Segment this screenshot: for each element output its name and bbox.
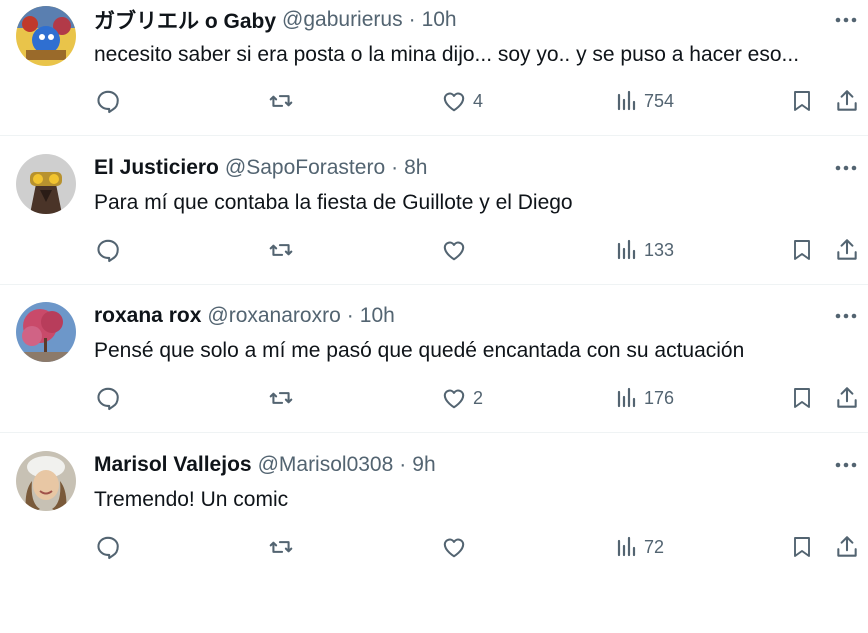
bookmark-icon: [794, 91, 810, 111]
more-button[interactable]: [834, 156, 858, 180]
retweet-icon: [269, 541, 293, 553]
bookmark-icon: [794, 388, 810, 408]
user-handle[interactable]: @roxanaroxro: [207, 304, 340, 328]
display-name[interactable]: Marisol Vallejos: [94, 453, 252, 477]
views-icon: [617, 239, 636, 260]
tweet-text: Pensé que solo a mí me pasó que quedé en…: [94, 339, 745, 362]
more-icon: [835, 462, 857, 468]
share-button[interactable]: [834, 532, 860, 562]
retweet-icon: [269, 392, 293, 404]
separator-dot: ·: [408, 8, 416, 31]
views-icon: [617, 536, 636, 557]
heart-icon: [443, 241, 465, 261]
tweet-header: El Justiciero @SapoForastero · 8h: [94, 155, 427, 181]
timestamp[interactable]: 10h: [360, 304, 395, 328]
heart-icon: [443, 538, 465, 558]
like-button[interactable]: 2: [441, 383, 483, 413]
action-bar: 2 176: [0, 383, 868, 413]
avatar[interactable]: [16, 302, 76, 362]
tweet[interactable]: ガブリエル o Gaby @gaburierus · 10h necesito …: [0, 0, 868, 136]
like-button[interactable]: [441, 235, 473, 265]
tweet[interactable]: roxana rox @roxanaroxro · 10h Pensé que …: [0, 285, 868, 433]
heart-icon: [443, 389, 465, 409]
reply-button[interactable]: [95, 383, 121, 413]
like-button[interactable]: [441, 532, 473, 562]
views-button[interactable]: 176: [616, 383, 674, 413]
bookmark-button[interactable]: [790, 235, 814, 265]
reply-feed: ガブリエル o Gaby @gaburierus · 10h necesito …: [0, 0, 868, 633]
action-bar: 133: [0, 235, 868, 265]
separator-dot: ·: [391, 156, 399, 179]
views-button[interactable]: 72: [616, 532, 664, 562]
reply-button[interactable]: [95, 86, 121, 116]
bookmark-button[interactable]: [790, 383, 814, 413]
retweet-icon: [269, 95, 293, 107]
retweet-button[interactable]: [267, 86, 295, 116]
more-icon: [835, 313, 857, 319]
timestamp[interactable]: 10h: [422, 8, 457, 32]
share-button[interactable]: [834, 235, 860, 265]
heart-icon: [443, 92, 465, 112]
views-icon: [617, 387, 636, 408]
more-icon: [835, 17, 857, 23]
tweet[interactable]: El Justiciero @SapoForastero · 8h Para m…: [0, 136, 868, 285]
views-button[interactable]: 754: [616, 86, 674, 116]
share-icon: [837, 536, 857, 557]
display-name[interactable]: El Justiciero: [94, 156, 219, 180]
reply-icon: [97, 387, 119, 411]
more-icon: [835, 165, 857, 171]
user-handle[interactable]: @Marisol0308: [258, 453, 394, 477]
retweet-icon: [269, 244, 293, 256]
tweet[interactable]: Marisol Vallejos @Marisol0308 · 9h Treme…: [0, 433, 868, 633]
bookmark-icon: [794, 240, 810, 260]
reply-icon: [97, 239, 119, 263]
tweet-header: roxana rox @roxanaroxro · 10h: [94, 303, 395, 329]
timestamp[interactable]: 8h: [404, 156, 427, 180]
share-icon: [837, 90, 857, 111]
view-count: 72: [644, 536, 665, 557]
reply-button[interactable]: [95, 532, 121, 562]
retweet-button[interactable]: [267, 235, 295, 265]
tweet-text: necesito saber si era posta o la mina di…: [94, 43, 800, 66]
more-button[interactable]: [834, 8, 858, 32]
reply-icon: [97, 536, 119, 560]
avatar[interactable]: [16, 451, 76, 511]
tweet-header: ガブリエル o Gaby @gaburierus · 10h: [94, 7, 457, 33]
timestamp[interactable]: 9h: [412, 453, 435, 477]
bookmark-icon: [794, 537, 810, 557]
action-bar: 72: [0, 532, 868, 562]
avatar[interactable]: [16, 154, 76, 214]
tweet-text: Para mí que contaba la fiesta de Guillot…: [94, 191, 573, 214]
share-icon: [837, 239, 857, 260]
user-handle[interactable]: @gaburierus: [282, 8, 403, 32]
share-button[interactable]: [834, 383, 860, 413]
view-count: 176: [644, 387, 675, 408]
retweet-button[interactable]: [267, 532, 295, 562]
display-name[interactable]: roxana rox: [94, 304, 201, 328]
tweet-header: Marisol Vallejos @Marisol0308 · 9h: [94, 452, 436, 478]
tweet-text: Tremendo! Un comic: [94, 488, 289, 511]
views-button[interactable]: 133: [616, 235, 674, 265]
reply-button[interactable]: [95, 235, 121, 265]
bookmark-button[interactable]: [790, 532, 814, 562]
share-button[interactable]: [834, 86, 860, 116]
retweet-button[interactable]: [267, 383, 295, 413]
action-bar: 4 754: [0, 86, 868, 116]
view-count: 133: [644, 239, 675, 260]
avatar[interactable]: [16, 6, 76, 66]
more-button[interactable]: [834, 304, 858, 328]
like-button[interactable]: 4: [441, 86, 483, 116]
reply-icon: [97, 90, 119, 114]
view-count: 754: [644, 90, 675, 111]
more-button[interactable]: [834, 453, 858, 477]
separator-dot: ·: [399, 453, 407, 476]
separator-dot: ·: [346, 304, 354, 327]
like-count: 2: [473, 387, 484, 408]
bookmark-button[interactable]: [790, 86, 814, 116]
user-handle[interactable]: @SapoForastero: [225, 156, 385, 180]
like-count: 4: [473, 90, 484, 111]
views-icon: [617, 90, 636, 111]
display-name[interactable]: ガブリエル o Gaby: [94, 5, 276, 35]
share-icon: [837, 387, 857, 408]
